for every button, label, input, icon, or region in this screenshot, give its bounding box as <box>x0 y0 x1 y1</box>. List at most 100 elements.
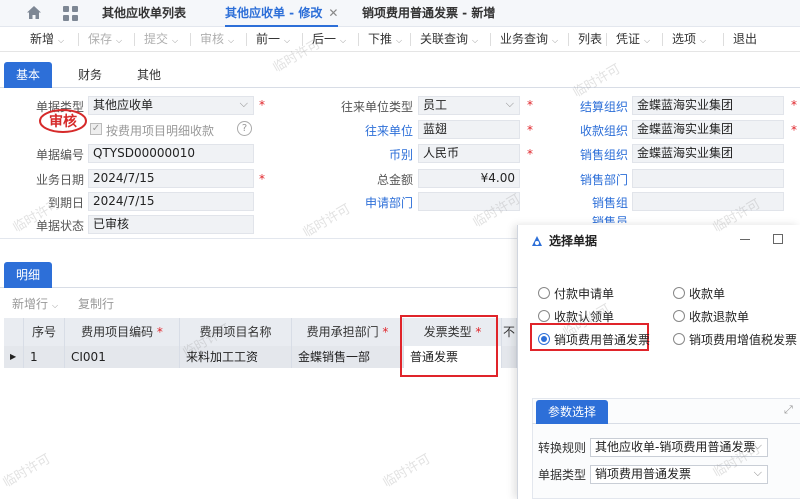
sales-person-label[interactable]: 销售员 <box>560 216 628 223</box>
sales-dept-label[interactable]: 销售部门 <box>560 171 628 188</box>
toolbar-button[interactable]: 关联查询 ⌵ <box>420 27 478 52</box>
table-cell[interactable]: 1 <box>24 346 65 368</box>
radio-option[interactable] <box>673 333 685 345</box>
toolbar-separator <box>134 33 135 46</box>
partner-type-select[interactable]: 员工 <box>418 96 520 115</box>
toolbar-separator <box>490 33 491 46</box>
toolbar-separator <box>606 33 607 46</box>
home-icon[interactable] <box>26 5 42 21</box>
receive-org-field[interactable]: 金蝶蓝海实业集团 <box>632 120 784 139</box>
toolbar-button[interactable]: 选项 ⌵ <box>672 27 706 52</box>
radio-option[interactable] <box>538 310 550 322</box>
apps-grid-icon[interactable] <box>63 6 78 21</box>
table-cell[interactable]: 来料加工工资 <box>180 346 292 368</box>
column-header[interactable]: 费用承担部门 * <box>292 318 404 346</box>
tab-label: 其他应收单列表 <box>102 6 187 20</box>
toolbar-button[interactable]: 新增 ⌵ <box>30 27 64 52</box>
tab-other[interactable]: 其他 <box>137 62 161 88</box>
expand-icon[interactable]: ⤢ <box>784 403 793 417</box>
currency-field[interactable]: 人民币 <box>418 144 520 163</box>
toolbar-button[interactable]: 下推 ⌵ <box>368 27 402 52</box>
required-mark: * <box>378 325 389 339</box>
close-icon[interactable]: ✕ <box>328 6 338 20</box>
partner-field[interactable]: 蓝翅 <box>418 120 520 139</box>
settle-org-label[interactable]: 结算组织 <box>560 98 628 115</box>
column-header[interactable]: 不 <box>502 318 517 346</box>
tab-detail[interactable]: 明细 <box>4 262 53 288</box>
toolbar-separator <box>302 33 303 46</box>
status-field[interactable]: 已审核 <box>88 215 254 234</box>
required-mark: * <box>791 123 797 137</box>
chevron-down-icon: ⌵ <box>396 36 403 45</box>
dialog-logo-icon <box>530 234 544 248</box>
tab-receivable-list[interactable]: 其他应收单列表 <box>102 0 186 27</box>
receive-org-label[interactable]: 收款组织 <box>560 122 628 139</box>
top-tab-bar: 其他应收单列表 其他应收单 - 修改 ✕ 销项费用普通发票 - 新增 <box>0 0 800 27</box>
toolbar-button[interactable]: 提交 ⌵ <box>144 27 178 52</box>
row-indicator-icon: ▶ <box>4 346 24 368</box>
toolbar-button[interactable]: 凭证 ⌵ <box>616 27 650 52</box>
chevron-down-icon: ⌵ <box>52 301 59 310</box>
radio-option[interactable] <box>538 287 550 299</box>
radio-option-label[interactable]: 销项费用普通发票 <box>554 331 650 348</box>
chevron-down-icon: ⌵ <box>472 36 479 45</box>
partner-label[interactable]: 往来单位 <box>320 122 413 139</box>
toolbar-button[interactable]: 业务查询 ⌵ <box>500 27 558 52</box>
due-date-field[interactable]: 2024/7/15 <box>88 192 254 211</box>
toolbar-button[interactable]: 后一 ⌵ <box>312 27 346 52</box>
required-mark: * <box>259 172 265 186</box>
add-row-button[interactable]: 新增行 ⌵ <box>12 295 58 312</box>
toolbar-button[interactable]: 退出 <box>733 27 757 52</box>
doc-no-field[interactable]: QTYSD00000010 <box>88 144 254 163</box>
doc-type-select[interactable]: 其他应收单 <box>88 96 254 115</box>
column-header[interactable]: 费用项目编码 * <box>65 318 180 346</box>
table-cell[interactable]: CI001 <box>65 346 180 368</box>
sales-group-label[interactable]: 销售组 <box>560 194 628 211</box>
by-item-checkbox[interactable]: ✓ <box>90 123 102 135</box>
column-header[interactable]: 序号 <box>24 318 65 346</box>
toolbar-button[interactable]: 前一 ⌵ <box>256 27 290 52</box>
maximize-icon[interactable] <box>773 234 783 244</box>
currency-label[interactable]: 币别 <box>320 146 413 163</box>
toolbar-separator <box>246 33 247 46</box>
watermark: 临时许可 <box>0 451 54 491</box>
column-header[interactable]: 费用项目名称 <box>180 318 292 346</box>
rule-select[interactable]: 其他应收单-销项费用普通发票 <box>590 438 768 457</box>
radio-option-label[interactable]: 付款申请单 <box>554 285 614 302</box>
total-field: ¥4.00 <box>418 169 520 188</box>
help-icon[interactable]: ? <box>237 121 252 136</box>
apply-dept-label[interactable]: 申请部门 <box>320 194 413 211</box>
tab-params[interactable]: 参数选择 <box>536 400 609 424</box>
toolbar-button[interactable]: 列表 <box>578 27 602 52</box>
table-cell[interactable]: 金蝶销售一部 <box>292 346 404 368</box>
apply-dept-field[interactable] <box>418 192 520 211</box>
sales-org-field[interactable]: 金蝶蓝海实业集团 <box>632 144 784 163</box>
radio-option-label[interactable]: 收款单 <box>689 285 725 302</box>
radio-option-label[interactable]: 销项费用增值税发票 <box>689 331 797 348</box>
toolbar-button[interactable]: 保存 ⌵ <box>88 27 122 52</box>
radio-option[interactable] <box>538 333 550 345</box>
settle-org-field[interactable]: 金蝶蓝海实业集团 <box>632 96 784 115</box>
biz-date-field[interactable]: 2024/7/15 <box>88 169 254 188</box>
sales-org-label[interactable]: 销售组织 <box>560 146 628 163</box>
tab-receivable-edit[interactable]: 其他应收单 - 修改 ✕ <box>225 0 339 27</box>
detail-tab-bar: 明细 <box>0 262 517 288</box>
toolbar-button[interactable]: 审核 ⌵ <box>200 27 234 52</box>
minimize-icon[interactable] <box>740 239 750 240</box>
tab-finance[interactable]: 财务 <box>78 62 102 88</box>
copy-row-button[interactable]: 复制行 <box>78 295 114 312</box>
toolbar-button-label: 凭证 <box>616 32 641 46</box>
sales-dept-field[interactable] <box>632 169 784 188</box>
radio-option-label[interactable]: 收款退款单 <box>689 308 749 325</box>
tab-invoice-new[interactable]: 销项费用普通发票 - 新增 <box>362 0 495 27</box>
status-label: 单据状态 <box>35 219 84 233</box>
table-cell[interactable] <box>502 346 517 368</box>
radio-option-label[interactable]: 收款认领单 <box>554 308 614 325</box>
tab-basic[interactable]: 基本 <box>4 62 53 88</box>
radio-option[interactable] <box>673 310 685 322</box>
doc-type-select[interactable]: 销项费用普通发票 <box>590 465 768 484</box>
radio-option[interactable] <box>673 287 685 299</box>
sales-group-field[interactable] <box>632 192 784 211</box>
required-mark: * <box>259 98 265 112</box>
watermark: 临时许可 <box>380 451 434 491</box>
